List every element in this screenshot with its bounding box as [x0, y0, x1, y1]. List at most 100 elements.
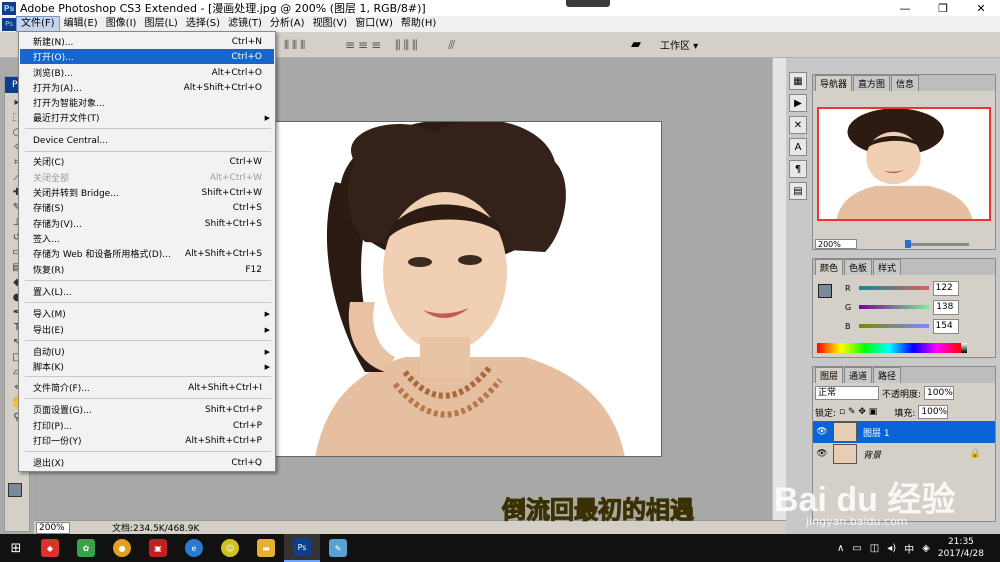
foreground-swatch[interactable]: [818, 284, 832, 298]
red-slider[interactable]: [858, 286, 929, 290]
menu-item-close-go-bridge[interactable]: 关闭并转到 Bridge... Shift+Ctrl+W: [20, 185, 274, 200]
volume-icon[interactable]: ◂): [887, 543, 896, 554]
menu-window[interactable]: 窗口(W): [351, 16, 397, 32]
menu-item-save-for-web[interactable]: 存储为 Web 和设备所用格式(D)... Alt+Shift+Ctrl+S: [20, 246, 274, 261]
zoom-field[interactable]: 200%: [36, 521, 70, 534]
taskbar-app-4[interactable]: ▣: [140, 534, 176, 562]
paragraph-panel-icon[interactable]: ¶: [789, 160, 807, 178]
ime-mode-icon[interactable]: ◈: [922, 543, 930, 554]
tab-channels[interactable]: 通道: [844, 367, 873, 383]
blend-mode-select[interactable]: 正常: [815, 386, 879, 400]
network-icon[interactable]: ◫: [870, 543, 879, 554]
green-slider[interactable]: [859, 305, 930, 309]
align-icons[interactable]: ⫴⫴⫴: [284, 38, 308, 53]
menu-file[interactable]: 文件(F): [16, 16, 60, 32]
menu-item-check-in[interactable]: 签入...: [20, 231, 274, 246]
menu-item-close-all[interactable]: 关闭全部 Alt+Ctrl+W: [20, 170, 274, 185]
photoshop-menu-icon[interactable]: Ps: [2, 17, 16, 31]
menu-item-exit[interactable]: 退出(X) Ctrl+Q: [20, 455, 274, 470]
character-panel-icon[interactable]: A: [789, 138, 807, 156]
distribute-horizontal-icons[interactable]: ⫼⫼⫼: [395, 38, 421, 53]
actions-panel-icon[interactable]: ▶: [789, 94, 807, 112]
taskbar-chrome[interactable]: ●: [104, 534, 140, 562]
tab-navigator[interactable]: 导航器: [815, 75, 853, 91]
tab-color[interactable]: 颜色: [815, 259, 844, 275]
history-panel-icon[interactable]: ▦: [789, 72, 807, 90]
windows-start-icon[interactable]: ⊞: [0, 534, 32, 562]
menu-analysis[interactable]: 分析(A): [266, 16, 309, 32]
black-white-bar[interactable]: [961, 343, 967, 353]
navigator-zoom-slider[interactable]: [905, 240, 969, 248]
taskbar-app-9[interactable]: ✎: [320, 534, 356, 562]
layer-row-background[interactable]: 👁 背景 🔒: [813, 443, 995, 465]
menu-item-open[interactable]: 打开(O)... Ctrl+O: [20, 49, 274, 64]
distribute-vertical-icons[interactable]: ≡≡≡: [345, 38, 384, 52]
menu-item-open-as[interactable]: 打开为(A)... Alt+Shift+Ctrl+O: [20, 80, 274, 95]
auto-align-icon[interactable]: ⫻: [448, 38, 455, 53]
tray-app-icon[interactable]: ▭: [852, 543, 861, 554]
tab-swatches[interactable]: 色板: [844, 259, 873, 275]
layer-row-layer1[interactable]: 👁 图层 1: [813, 421, 995, 443]
tab-styles[interactable]: 样式: [873, 259, 902, 275]
taskbar-file-explorer[interactable]: ▬: [248, 534, 284, 562]
tab-layers[interactable]: 图层: [815, 367, 844, 383]
menu-item-file-info[interactable]: 文件简介(F)... Alt+Shift+Ctrl+I: [20, 380, 274, 395]
menu-item-recent-files[interactable]: 最近打开文件(T) ▶: [20, 110, 274, 125]
taskbar-photoshop[interactable]: Ps: [284, 534, 320, 562]
menu-item-revert[interactable]: 恢复(R) F12: [20, 262, 274, 277]
zoom-slider-handle[interactable]: [905, 240, 911, 248]
camera-icon[interactable]: ▰: [631, 37, 641, 52]
menu-view[interactable]: 视图(V): [309, 16, 352, 32]
menu-item-new[interactable]: 新建(N)... Ctrl+N: [20, 34, 274, 49]
menu-item-print-one[interactable]: 打印一份(Y) Alt+Shift+Ctrl+P: [20, 433, 274, 448]
blue-slider[interactable]: [858, 324, 929, 328]
menu-select[interactable]: 选择(S): [182, 16, 224, 32]
image-canvas[interactable]: [274, 121, 662, 457]
menu-help[interactable]: 帮助(H): [397, 16, 440, 32]
menu-item-browse[interactable]: 浏览(B)... Alt+Ctrl+O: [20, 65, 274, 80]
menu-item-place[interactable]: 置入(L)...: [20, 284, 274, 299]
menu-item-save[interactable]: 存储(S) Ctrl+S: [20, 200, 274, 215]
tab-info[interactable]: 信息: [891, 75, 920, 91]
tool-presets-icon[interactable]: ✕: [789, 116, 807, 134]
fill-field[interactable]: 100%: [918, 405, 949, 419]
navigator-thumbnail[interactable]: [817, 107, 991, 221]
menu-item-close[interactable]: 关闭(C) Ctrl+W: [20, 154, 274, 169]
maximize-button[interactable]: ❐: [924, 0, 962, 16]
vertical-scrollbar[interactable]: [772, 58, 786, 520]
menu-item-page-setup[interactable]: 页面设置(G)... Shift+Ctrl+P: [20, 402, 274, 417]
menu-image[interactable]: 图像(I): [102, 16, 141, 32]
ime-indicator[interactable]: 中: [904, 541, 914, 556]
menu-item-device-central[interactable]: Device Central...: [20, 133, 274, 148]
menu-layer[interactable]: 图层(L): [140, 16, 181, 32]
navigator-zoom-field[interactable]: 200%: [815, 239, 857, 249]
menu-item-import[interactable]: 导入(M) ▶: [20, 306, 274, 321]
menu-filter[interactable]: 滤镜(T): [224, 16, 266, 32]
menu-item-automate[interactable]: 自动(U) ▶: [20, 344, 274, 359]
menu-edit[interactable]: 编辑(E): [60, 16, 102, 32]
tray-expand-icon[interactable]: ∧: [837, 543, 844, 554]
tab-histogram[interactable]: 直方图: [853, 75, 891, 91]
tab-paths[interactable]: 路径: [873, 367, 902, 383]
menu-item-export[interactable]: 导出(E) ▶: [20, 322, 274, 337]
taskbar-app-5[interactable]: e: [176, 534, 212, 562]
eye-icon[interactable]: 👁: [813, 427, 831, 437]
menu-item-open-smart-object[interactable]: 打开为智能对象...: [20, 95, 274, 110]
lock-icons[interactable]: ▫ ✎ ✥ ▣: [839, 407, 877, 417]
red-value[interactable]: 122: [932, 280, 959, 296]
eye-icon[interactable]: 👁: [813, 449, 831, 459]
blue-value[interactable]: 154: [932, 318, 959, 334]
menu-item-save-as[interactable]: 存储为(V)... Shift+Ctrl+S: [20, 216, 274, 231]
menu-item-scripts[interactable]: 脚本(K) ▶: [20, 359, 274, 374]
clock[interactable]: 21:35 2017/4/28: [938, 536, 984, 560]
layer-comps-icon[interactable]: ▤: [789, 182, 807, 200]
taskbar-app-2[interactable]: ✿: [68, 534, 104, 562]
workspace-menu[interactable]: 工作区 ▾: [660, 37, 698, 52]
menu-item-print[interactable]: 打印(P)... Ctrl+P: [20, 418, 274, 433]
taskbar-app-6[interactable]: ☺: [212, 534, 248, 562]
foreground-color-swatch[interactable]: [8, 483, 22, 497]
close-button[interactable]: ✕: [962, 0, 1000, 16]
opacity-field[interactable]: 100%: [924, 386, 955, 400]
green-value[interactable]: 138: [933, 299, 960, 315]
taskbar-app-1[interactable]: ◆: [32, 534, 68, 562]
